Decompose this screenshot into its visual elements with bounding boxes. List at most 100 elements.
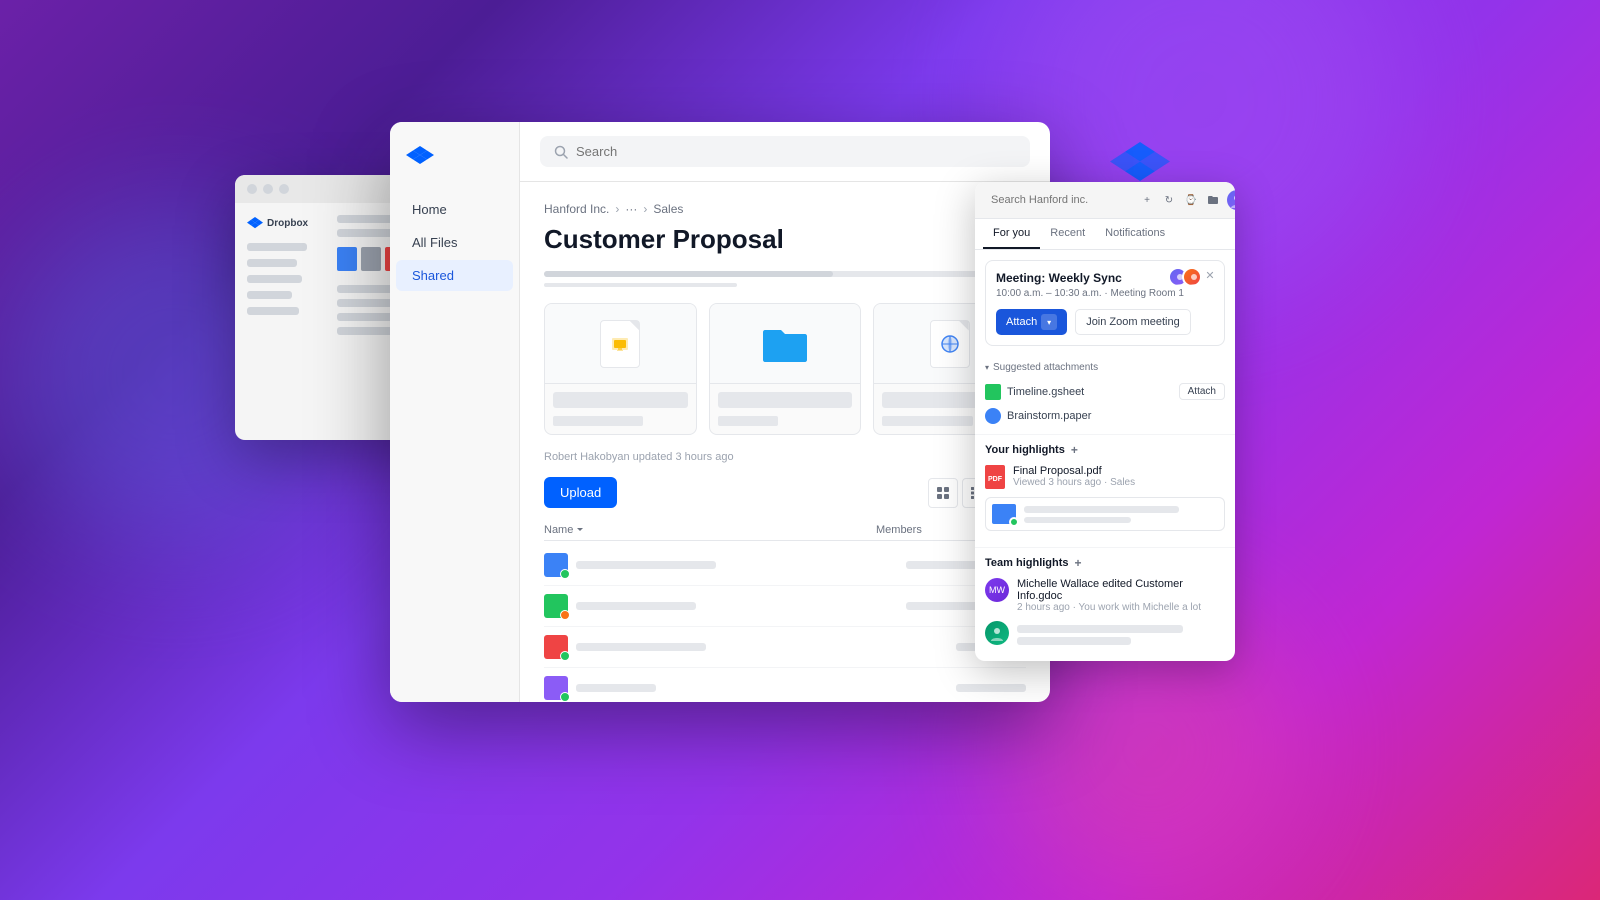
status-dot-green [560,651,570,661]
sidebar: Home All Files Shared [390,122,520,702]
team-highlights-add-button[interactable]: + [1075,556,1089,570]
preview-card-folder-image [710,304,861,384]
file-members-bar [956,684,1026,692]
file-name-bar [576,684,656,692]
table-row[interactable] [544,586,1026,627]
sidebar-item-all-files[interactable]: All Files [396,227,513,258]
highlight-item-sub: Viewed 3 hours ago · Sales [1013,477,1225,488]
breadcrumb-dots: ··· [625,202,637,216]
suggested-attach-button-1[interactable]: Attach [1179,383,1225,400]
status-dot-green [560,692,570,702]
breadcrumb-sep-2: › [643,202,647,216]
highlight-bar-2 [1024,517,1131,523]
sidebar-item-shared[interactable]: Shared [396,260,513,291]
bg-sidebar-logo-text: Dropbox [267,218,308,229]
preview-card-label-1 [553,392,688,408]
team-highlight-michelle[interactable]: MW Michelle Wallace edited Customer Info… [985,578,1225,613]
meeting-card: ✕ Meeting: Weekly Sync 10:00 a.m. – 10:3… [985,260,1225,346]
team-highlight-sub: 2 hours ago · You work with Michelle a l… [1017,602,1225,613]
highlight-item-info: Final Proposal.pdf Viewed 3 hours ago · … [1013,465,1225,488]
pdf-icon [544,635,568,659]
team-highlight-info-michelle: Michelle Wallace edited Customer Info.gd… [1017,578,1225,613]
team-highlights-title: Team highlights + [985,556,1225,570]
panel-history-icon[interactable]: ⌚ [1183,192,1199,208]
breadcrumb-root[interactable]: Hanford Inc. [544,202,609,216]
preview-card-sublabel-2 [718,416,778,426]
highlight-pdf-icon: PDF [985,465,1005,489]
main-window: Home All Files Shared Hanford Inc. › ··· [390,122,1050,702]
team-highlight-second[interactable] [985,621,1225,645]
your-highlights-title: Your highlights + [985,443,1225,457]
panel-search-bar: + ↻ ⌚ ▾ [975,182,1235,219]
status-dot-orange [560,610,570,620]
paper-icon [985,408,1001,424]
meeting-avatars [1168,267,1202,287]
table-row[interactable] [544,545,1026,586]
team-avatar-michelle: MW [985,578,1009,602]
preview-card-sublabel-3 [882,416,972,426]
highlight-item-name: Final Proposal.pdf [1013,465,1225,477]
preview-card-slides-image [545,304,696,384]
tab-recent[interactable]: Recent [1040,219,1095,249]
file-toolbar: Upload [544,477,1026,508]
updated-text: Robert Hakobyan updated 3 hours ago [544,451,1026,463]
breadcrumb: Hanford Inc. › ··· › Sales [544,202,1026,216]
join-zoom-button[interactable]: Join Zoom meeting [1075,309,1191,335]
content-area: Hanford Inc. › ··· › Sales Customer Prop… [520,182,1050,702]
tab-for-you[interactable]: For you [983,219,1040,249]
table-row[interactable] [544,627,1026,668]
meeting-close-button[interactable]: ✕ [1202,267,1218,283]
panel-tabs: For you Recent Notifications [975,219,1235,250]
your-highlights-add-button[interactable]: + [1071,443,1085,457]
tab-notifications[interactable]: Notifications [1095,219,1175,249]
sidebar-nav: Home All Files Shared [390,194,519,291]
suggested-item-name-2: Brainstorm.paper [1007,410,1091,422]
search-bar [520,122,1050,182]
file-list-col-name: Name [544,524,876,536]
attach-dropdown-arrow: ▾ [1041,314,1057,330]
suggested-item-timeline: Timeline.gsheet Attach [985,379,1225,404]
team-avatar-second [985,621,1009,645]
preview-card-label-2 [718,392,853,408]
panel-search-input[interactable] [991,194,1133,206]
search-input-wrapper[interactable] [540,136,1030,167]
highlight-bars [1024,506,1218,523]
meeting-time: 10:00 a.m. – 10:30 a.m. · Meeting Room 1 [996,288,1214,299]
attach-button[interactable]: Attach ▾ [996,309,1067,335]
highlight-bar-1 [1024,506,1179,513]
team-highlight-bar [1017,625,1183,633]
view-grid-large-button[interactable] [928,478,958,508]
panel-toolbar-icons: + ↻ ⌚ ▾ [1139,190,1235,210]
slides-doc-icon [600,320,640,368]
your-highlights-section: Your highlights + PDF Final Proposal.pdf… [975,435,1235,547]
breadcrumb-sep: › [615,202,619,216]
progress-bar [544,271,1026,277]
sort-icon [576,526,584,534]
highlight-folder-wrapper [992,504,1016,524]
progress-bar-inner [544,271,833,277]
grid-large-icon [937,487,949,499]
sidebar-item-home[interactable]: Home [396,194,513,225]
meeting-actions: Attach ▾ Join Zoom meeting [996,309,1214,335]
panel-folder-icon[interactable] [1205,192,1221,208]
upload-button[interactable]: Upload [544,477,617,508]
panel-avatar[interactable] [1227,190,1235,210]
breadcrumb-current[interactable]: Sales [653,202,683,216]
team-highlights-section: Team highlights + MW Michelle Wallace ed… [975,547,1235,661]
suggested-item-brainstorm: Brainstorm.paper [985,404,1225,428]
highlight-status-dot [1009,517,1019,527]
search-icon [554,145,568,159]
team-highlight-info-second [1017,621,1225,645]
preview-card-sublabel-1 [553,416,643,426]
doc-icon [544,676,568,700]
table-row[interactable] [544,668,1026,702]
highlight-item-folder[interactable] [985,497,1225,531]
preview-cards [544,303,1026,435]
page-title: Customer Proposal [544,224,1026,255]
preview-card-slides[interactable] [544,303,697,435]
highlight-item-proposal[interactable]: PDF Final Proposal.pdf Viewed 3 hours ag… [985,465,1225,489]
preview-card-folder[interactable] [709,303,862,435]
panel-add-icon[interactable]: + [1139,192,1155,208]
search-input[interactable] [576,144,1016,159]
panel-sync-icon[interactable]: ↻ [1161,192,1177,208]
